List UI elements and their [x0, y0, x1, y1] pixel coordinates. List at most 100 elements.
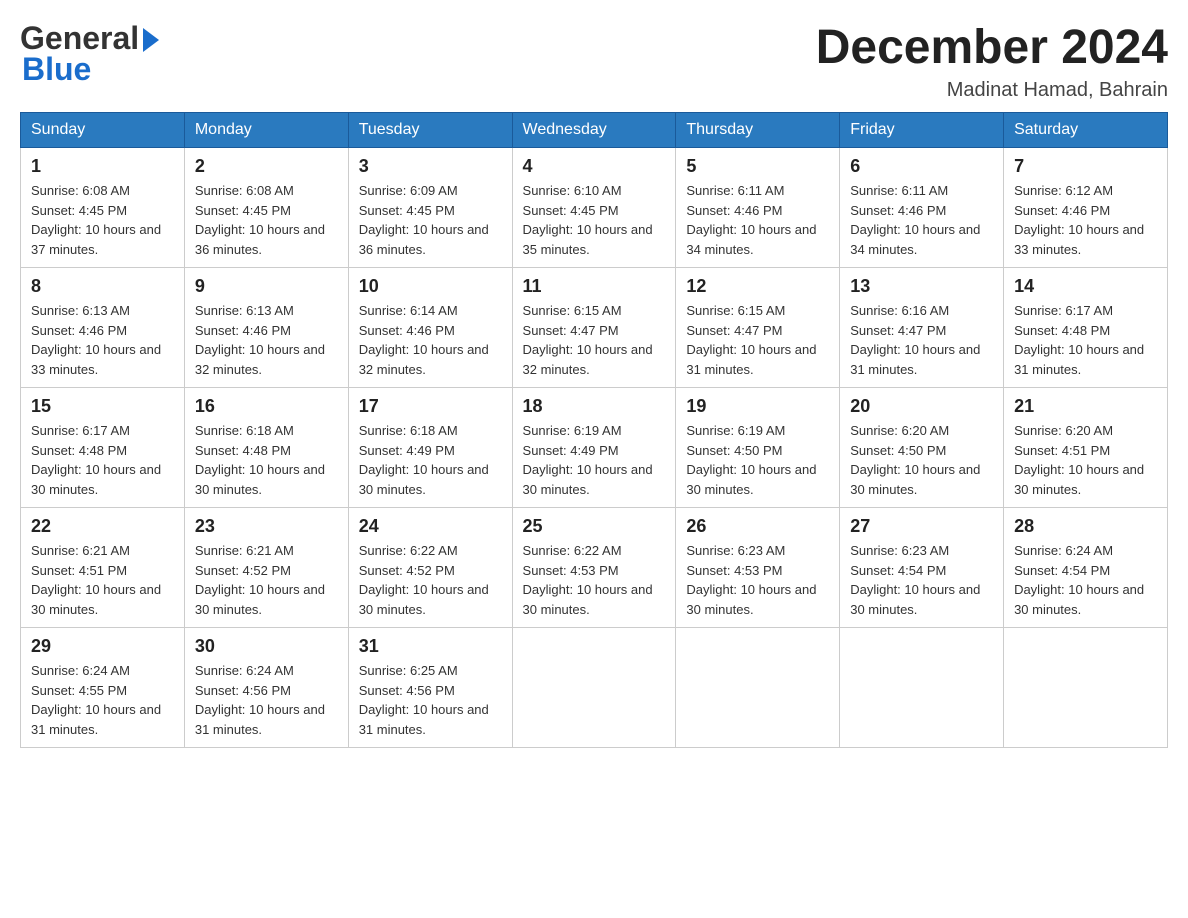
- calendar-cell: [512, 628, 676, 748]
- day-info: Sunrise: 6:10 AMSunset: 4:45 PMDaylight:…: [523, 181, 666, 259]
- day-number: 9: [195, 276, 338, 297]
- day-info: Sunrise: 6:15 AMSunset: 4:47 PMDaylight:…: [523, 301, 666, 379]
- day-number: 25: [523, 516, 666, 537]
- day-info: Sunrise: 6:13 AMSunset: 4:46 PMDaylight:…: [31, 301, 174, 379]
- day-info: Sunrise: 6:20 AMSunset: 4:51 PMDaylight:…: [1014, 421, 1157, 499]
- day-number: 15: [31, 396, 174, 417]
- calendar-cell: [840, 628, 1004, 748]
- day-info: Sunrise: 6:08 AMSunset: 4:45 PMDaylight:…: [195, 181, 338, 259]
- day-number: 22: [31, 516, 174, 537]
- day-number: 2: [195, 156, 338, 177]
- day-info: Sunrise: 6:21 AMSunset: 4:52 PMDaylight:…: [195, 541, 338, 619]
- calendar-cell: 21 Sunrise: 6:20 AMSunset: 4:51 PMDaylig…: [1004, 388, 1168, 508]
- calendar-week-row-2: 8 Sunrise: 6:13 AMSunset: 4:46 PMDayligh…: [21, 268, 1168, 388]
- day-info: Sunrise: 6:23 AMSunset: 4:54 PMDaylight:…: [850, 541, 993, 619]
- title-area: December 2024 Madinat Hamad, Bahrain: [816, 20, 1168, 102]
- day-number: 31: [359, 636, 502, 657]
- calendar-header-row: SundayMondayTuesdayWednesdayThursdayFrid…: [21, 113, 1168, 148]
- day-number: 14: [1014, 276, 1157, 297]
- calendar-cell: 16 Sunrise: 6:18 AMSunset: 4:48 PMDaylig…: [184, 388, 348, 508]
- month-year-title: December 2024: [816, 20, 1168, 75]
- calendar-cell: 26 Sunrise: 6:23 AMSunset: 4:53 PMDaylig…: [676, 508, 840, 628]
- day-info: Sunrise: 6:22 AMSunset: 4:53 PMDaylight:…: [523, 541, 666, 619]
- location-subtitle: Madinat Hamad, Bahrain: [816, 79, 1168, 102]
- day-number: 30: [195, 636, 338, 657]
- day-number: 29: [31, 636, 174, 657]
- day-info: Sunrise: 6:15 AMSunset: 4:47 PMDaylight:…: [686, 301, 829, 379]
- calendar-cell: 11 Sunrise: 6:15 AMSunset: 4:47 PMDaylig…: [512, 268, 676, 388]
- calendar-cell: 4 Sunrise: 6:10 AMSunset: 4:45 PMDayligh…: [512, 148, 676, 268]
- day-info: Sunrise: 6:23 AMSunset: 4:53 PMDaylight:…: [686, 541, 829, 619]
- day-info: Sunrise: 6:24 AMSunset: 4:54 PMDaylight:…: [1014, 541, 1157, 619]
- calendar-cell: 31 Sunrise: 6:25 AMSunset: 4:56 PMDaylig…: [348, 628, 512, 748]
- weekday-header-tuesday: Tuesday: [348, 113, 512, 148]
- calendar-week-row-3: 15 Sunrise: 6:17 AMSunset: 4:48 PMDaylig…: [21, 388, 1168, 508]
- day-number: 27: [850, 516, 993, 537]
- day-number: 28: [1014, 516, 1157, 537]
- weekday-header-friday: Friday: [840, 113, 1004, 148]
- day-info: Sunrise: 6:19 AMSunset: 4:50 PMDaylight:…: [686, 421, 829, 499]
- calendar-cell: 18 Sunrise: 6:19 AMSunset: 4:49 PMDaylig…: [512, 388, 676, 508]
- day-number: 10: [359, 276, 502, 297]
- day-number: 3: [359, 156, 502, 177]
- day-info: Sunrise: 6:11 AMSunset: 4:46 PMDaylight:…: [850, 181, 993, 259]
- day-number: 16: [195, 396, 338, 417]
- calendar-cell: 19 Sunrise: 6:19 AMSunset: 4:50 PMDaylig…: [676, 388, 840, 508]
- day-number: 7: [1014, 156, 1157, 177]
- calendar-cell: 17 Sunrise: 6:18 AMSunset: 4:49 PMDaylig…: [348, 388, 512, 508]
- day-number: 24: [359, 516, 502, 537]
- calendar-cell: 9 Sunrise: 6:13 AMSunset: 4:46 PMDayligh…: [184, 268, 348, 388]
- day-number: 13: [850, 276, 993, 297]
- calendar-cell: 5 Sunrise: 6:11 AMSunset: 4:46 PMDayligh…: [676, 148, 840, 268]
- day-info: Sunrise: 6:14 AMSunset: 4:46 PMDaylight:…: [359, 301, 502, 379]
- day-info: Sunrise: 6:24 AMSunset: 4:56 PMDaylight:…: [195, 661, 338, 739]
- logo-blue-text: Blue: [22, 51, 91, 88]
- calendar-week-row-5: 29 Sunrise: 6:24 AMSunset: 4:55 PMDaylig…: [21, 628, 1168, 748]
- calendar-cell: [1004, 628, 1168, 748]
- calendar-cell: 14 Sunrise: 6:17 AMSunset: 4:48 PMDaylig…: [1004, 268, 1168, 388]
- calendar-cell: 27 Sunrise: 6:23 AMSunset: 4:54 PMDaylig…: [840, 508, 1004, 628]
- weekday-header-thursday: Thursday: [676, 113, 840, 148]
- day-info: Sunrise: 6:17 AMSunset: 4:48 PMDaylight:…: [31, 421, 174, 499]
- day-number: 20: [850, 396, 993, 417]
- calendar-cell: 7 Sunrise: 6:12 AMSunset: 4:46 PMDayligh…: [1004, 148, 1168, 268]
- day-number: 21: [1014, 396, 1157, 417]
- day-info: Sunrise: 6:19 AMSunset: 4:49 PMDaylight:…: [523, 421, 666, 499]
- calendar-cell: 1 Sunrise: 6:08 AMSunset: 4:45 PMDayligh…: [21, 148, 185, 268]
- day-number: 17: [359, 396, 502, 417]
- day-info: Sunrise: 6:11 AMSunset: 4:46 PMDaylight:…: [686, 181, 829, 259]
- day-number: 12: [686, 276, 829, 297]
- calendar-cell: 15 Sunrise: 6:17 AMSunset: 4:48 PMDaylig…: [21, 388, 185, 508]
- calendar-week-row-1: 1 Sunrise: 6:08 AMSunset: 4:45 PMDayligh…: [21, 148, 1168, 268]
- calendar-cell: 30 Sunrise: 6:24 AMSunset: 4:56 PMDaylig…: [184, 628, 348, 748]
- calendar-cell: 10 Sunrise: 6:14 AMSunset: 4:46 PMDaylig…: [348, 268, 512, 388]
- calendar-cell: 13 Sunrise: 6:16 AMSunset: 4:47 PMDaylig…: [840, 268, 1004, 388]
- day-info: Sunrise: 6:18 AMSunset: 4:49 PMDaylight:…: [359, 421, 502, 499]
- day-info: Sunrise: 6:20 AMSunset: 4:50 PMDaylight:…: [850, 421, 993, 499]
- calendar-cell: 12 Sunrise: 6:15 AMSunset: 4:47 PMDaylig…: [676, 268, 840, 388]
- day-info: Sunrise: 6:13 AMSunset: 4:46 PMDaylight:…: [195, 301, 338, 379]
- calendar-cell: 8 Sunrise: 6:13 AMSunset: 4:46 PMDayligh…: [21, 268, 185, 388]
- day-number: 23: [195, 516, 338, 537]
- day-number: 19: [686, 396, 829, 417]
- calendar-cell: 2 Sunrise: 6:08 AMSunset: 4:45 PMDayligh…: [184, 148, 348, 268]
- calendar-cell: 3 Sunrise: 6:09 AMSunset: 4:45 PMDayligh…: [348, 148, 512, 268]
- day-number: 8: [31, 276, 174, 297]
- weekday-header-saturday: Saturday: [1004, 113, 1168, 148]
- day-number: 1: [31, 156, 174, 177]
- weekday-header-wednesday: Wednesday: [512, 113, 676, 148]
- day-number: 5: [686, 156, 829, 177]
- calendar-cell: 22 Sunrise: 6:21 AMSunset: 4:51 PMDaylig…: [21, 508, 185, 628]
- day-number: 26: [686, 516, 829, 537]
- page-header: General Blue December 2024 Madinat Hamad…: [20, 20, 1168, 102]
- day-info: Sunrise: 6:12 AMSunset: 4:46 PMDaylight:…: [1014, 181, 1157, 259]
- day-info: Sunrise: 6:18 AMSunset: 4:48 PMDaylight:…: [195, 421, 338, 499]
- day-info: Sunrise: 6:09 AMSunset: 4:45 PMDaylight:…: [359, 181, 502, 259]
- calendar-cell: 24 Sunrise: 6:22 AMSunset: 4:52 PMDaylig…: [348, 508, 512, 628]
- calendar-cell: 28 Sunrise: 6:24 AMSunset: 4:54 PMDaylig…: [1004, 508, 1168, 628]
- day-info: Sunrise: 6:21 AMSunset: 4:51 PMDaylight:…: [31, 541, 174, 619]
- day-number: 11: [523, 276, 666, 297]
- day-info: Sunrise: 6:08 AMSunset: 4:45 PMDaylight:…: [31, 181, 174, 259]
- calendar-table: SundayMondayTuesdayWednesdayThursdayFrid…: [20, 112, 1168, 748]
- calendar-cell: 20 Sunrise: 6:20 AMSunset: 4:50 PMDaylig…: [840, 388, 1004, 508]
